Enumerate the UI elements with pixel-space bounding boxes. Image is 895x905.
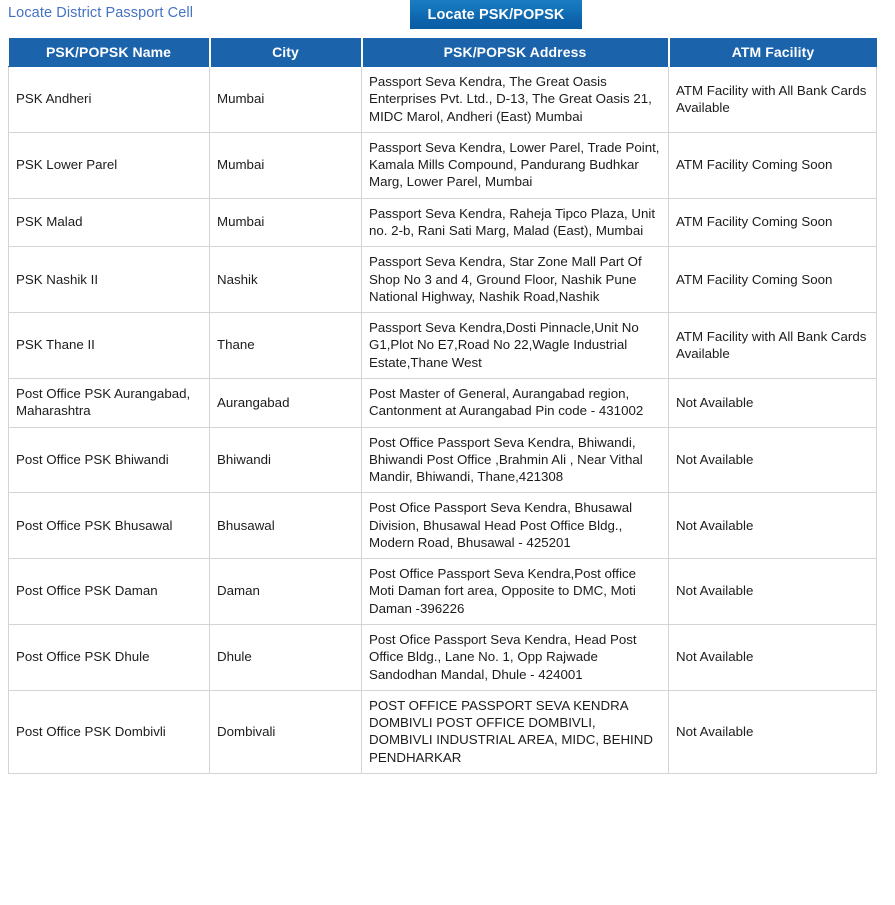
cell-psk-name: Post Office PSK Dhule xyxy=(8,624,210,691)
cell-psk-name: Post Office PSK Daman xyxy=(8,558,210,626)
cell-city: Mumbai xyxy=(209,131,362,199)
cell-address: Passport Seva Kendra, Star Zone Mall Par… xyxy=(361,246,669,314)
table-row[interactable]: Post Office PSK Dhule Dhule Post Ofice Pas… xyxy=(8,624,877,691)
cell-psk-name: Post Office PSK Bhusawal xyxy=(8,492,210,560)
table-body: PSK Andheri Mumbai Passport Seva Kendra, T… xyxy=(8,66,877,775)
cell-city: Aurangabad xyxy=(209,377,362,428)
psk-popsk-table-container: PSK/POPSK Name City PSK/POPSK Address AT… xyxy=(8,38,877,775)
cell-atm-facility: ATM Facility Coming Soon xyxy=(668,131,877,199)
cell-psk-name: PSK Lower Parel xyxy=(8,131,210,199)
table-row[interactable]: PSK Andheri Mumbai Passport Seva Kendra, T… xyxy=(8,66,877,133)
cell-psk-name: PSK Thane II xyxy=(8,312,210,379)
cell-atm-facility: ATM Facility Coming Soon xyxy=(668,246,877,314)
column-header-atm[interactable]: ATM Facility xyxy=(668,38,877,67)
cell-atm-facility: Not Available xyxy=(668,492,877,560)
table-row[interactable]: Post Office PSK Aurangabad, Maharashtra A… xyxy=(8,377,877,428)
table-row[interactable]: PSK Nashik II Nashik Passport Seva Kendra,… xyxy=(8,246,877,314)
cell-psk-name: Post Office PSK Bhiwandi xyxy=(8,426,210,494)
cell-address: Post Ofice Passport Seva Kendra, Bhusawa… xyxy=(361,492,669,560)
cell-address: Post Master of General, Aurangabad regio… xyxy=(361,377,669,428)
cell-atm-facility: Not Available xyxy=(668,558,877,626)
cell-address: Passport Seva Kendra, The Great Oasis En… xyxy=(361,66,669,133)
cell-city: Dhule xyxy=(209,624,362,691)
cell-atm-facility: Not Available xyxy=(668,624,877,691)
table-row[interactable]: PSK Malad Mumbai Passport Seva Kendra, Rah… xyxy=(8,197,877,248)
cell-city: Bhiwandi xyxy=(209,426,362,494)
cell-address: Post Ofice Passport Seva Kendra, Head Po… xyxy=(361,624,669,691)
cell-psk-name: PSK Andheri xyxy=(8,66,210,133)
cell-address: POST OFFICE PASSPORT SEVA KENDRA DOMBIVL… xyxy=(361,689,669,775)
psk-popsk-table: PSK/POPSK Name City PSK/POPSK Address AT… xyxy=(8,38,877,775)
cell-city: Mumbai xyxy=(209,66,362,133)
locate-psk-popsk-tab[interactable]: Locate PSK/POPSK xyxy=(410,0,582,29)
column-header-address[interactable]: PSK/POPSK Address xyxy=(361,38,670,67)
cell-address: Passport Seva Kendra,Dosti Pinnacle,Unit… xyxy=(361,312,669,379)
cell-atm-facility: ATM Facility with All Bank Cards Availab… xyxy=(668,66,877,133)
cell-atm-facility: Not Available xyxy=(668,689,877,775)
cell-psk-name: Post Office PSK Dombivli xyxy=(8,689,210,775)
cell-city: Daman xyxy=(209,558,362,626)
table-header-row: PSK/POPSK Name City PSK/POPSK Address AT… xyxy=(8,38,877,67)
cell-atm-facility: Not Available xyxy=(668,426,877,494)
table-row[interactable]: PSK Lower Parel Mumbai Passport Seva Kendr… xyxy=(8,131,877,199)
cell-psk-name: Post Office PSK Aurangabad, Maharashtra xyxy=(8,377,210,428)
cell-city: Nashik xyxy=(209,246,362,314)
cell-city: Thane xyxy=(209,312,362,379)
locate-district-passport-cell-link[interactable]: Locate District Passport Cell xyxy=(8,5,193,21)
cell-atm-facility: ATM Facility with All Bank Cards Availab… xyxy=(668,312,877,379)
cell-address: Post Office Passport Seva Kendra, Bhiwan… xyxy=(361,426,669,494)
cell-psk-name: PSK Malad xyxy=(8,197,210,248)
cell-psk-name: PSK Nashik II xyxy=(8,246,210,314)
table-row[interactable]: Post Office PSK Daman Daman Post Office Pa… xyxy=(8,558,877,626)
cell-atm-facility: ATM Facility Coming Soon xyxy=(668,197,877,248)
cell-city: Bhusawal xyxy=(209,492,362,560)
column-header-name[interactable]: PSK/POPSK Name xyxy=(8,38,211,67)
cell-city: Mumbai xyxy=(209,197,362,248)
cell-address: Passport Seva Kendra, Raheja Tipco Plaza… xyxy=(361,197,669,248)
table-row[interactable]: Post Office PSK Bhusawal Bhusawal Post Ofi… xyxy=(8,492,877,560)
table-row[interactable]: PSK Thane II Thane Passport Seva Kendra,Do… xyxy=(8,312,877,379)
table-row[interactable]: Post Office PSK Bhiwandi Bhiwandi Post Off… xyxy=(8,426,877,494)
column-header-city[interactable]: City xyxy=(209,38,363,67)
cell-city: Dombivali xyxy=(209,689,362,775)
table-row[interactable]: Post Office PSK Dombivli Dombivali POST OF… xyxy=(8,689,877,775)
cell-address: Passport Seva Kendra, Lower Parel, Trade… xyxy=(361,131,669,199)
cell-address: Post Office Passport Seva Kendra,Post of… xyxy=(361,558,669,626)
cell-atm-facility: Not Available xyxy=(668,377,877,428)
top-navigation-bar: Locate District Passport Cell Locate PSK… xyxy=(0,0,895,32)
table-header: PSK/POPSK Name City PSK/POPSK Address AT… xyxy=(8,38,877,67)
